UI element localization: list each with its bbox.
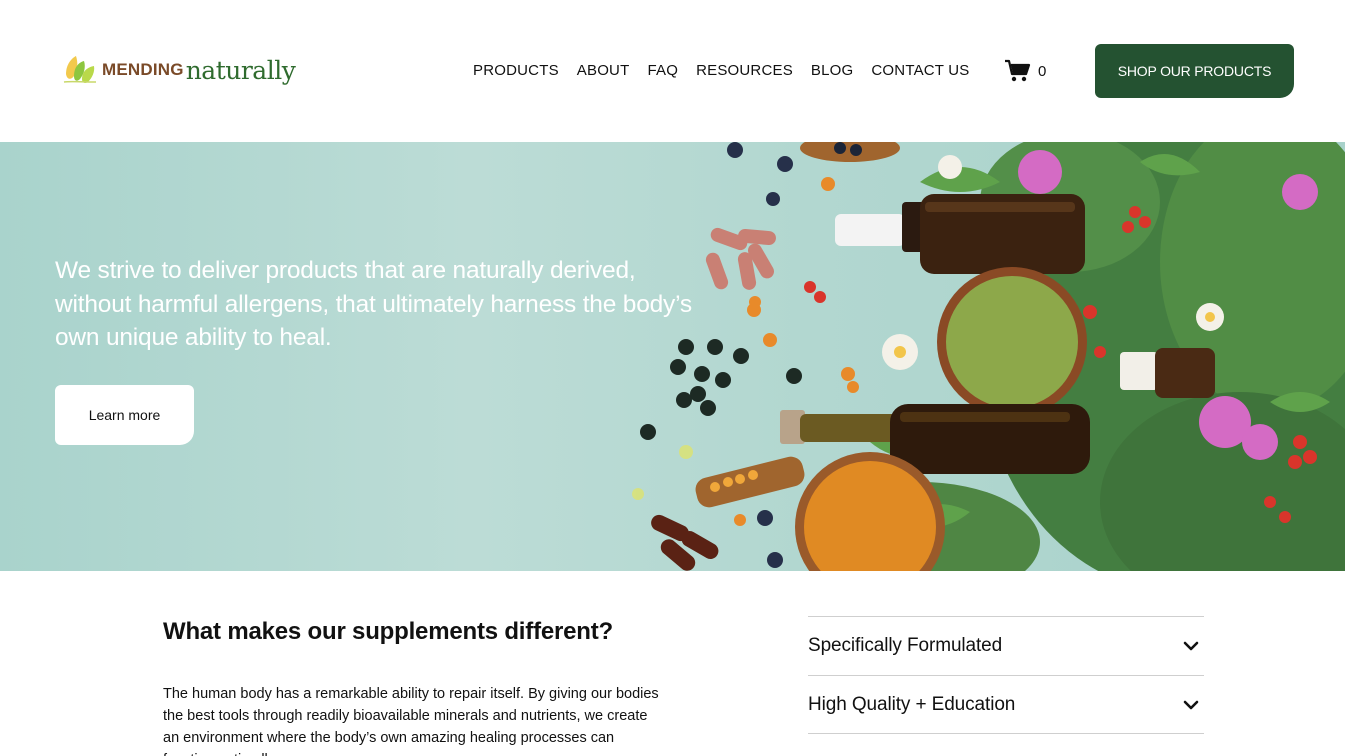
section-title: What makes our supplements different? [163,618,614,645]
features-accordion: Specifically Formulated High Quality + E… [808,616,1204,734]
learn-more-button[interactable]: Learn more [55,385,194,445]
nav-item-about[interactable]: ABOUT [577,62,630,79]
cart-count: 0 [1038,62,1047,80]
nav-item-products[interactable]: PRODUCTS [473,62,559,79]
site-header: MENDING naturally PRODUCTS ABOUT FAQ RES… [0,0,1345,142]
nav-item-blog[interactable]: BLOG [811,62,853,79]
accordion-label: Specifically Formulated [808,635,1003,656]
cart-button[interactable]: 0 [1004,59,1046,83]
leaf-logo-icon [63,56,97,83]
accordion-item-high-quality[interactable]: High Quality + Education [808,675,1204,734]
main-nav: PRODUCTS ABOUT FAQ RESOURCES BLOG CONTAC… [473,62,970,79]
shop-products-button[interactable]: SHOP OUR PRODUCTS [1095,44,1294,98]
nav-item-resources[interactable]: RESOURCES [696,62,793,79]
chevron-down-icon [1183,700,1199,709]
section-body-text: The human body has a remarkable ability … [163,686,659,756]
nav-item-contact[interactable]: CONTACT US [871,62,969,79]
accordion-item-specifically-formulated[interactable]: Specifically Formulated [808,616,1204,675]
hero-herbs-image [632,142,1345,571]
nav-item-faq[interactable]: FAQ [647,62,678,79]
chevron-down-icon [1183,641,1199,651]
logo-wordmark-script: naturally [185,55,296,85]
accordion-label: High Quality + Education [808,693,1016,715]
hero-banner: We strive to deliver products that are n… [0,142,1345,571]
logo-wordmark-bold: MENDING [102,60,184,79]
hero-headline: We strive to deliver products that are n… [55,257,692,351]
cart-icon [1005,59,1031,82]
brand-logo[interactable]: MENDING naturally [62,50,302,90]
